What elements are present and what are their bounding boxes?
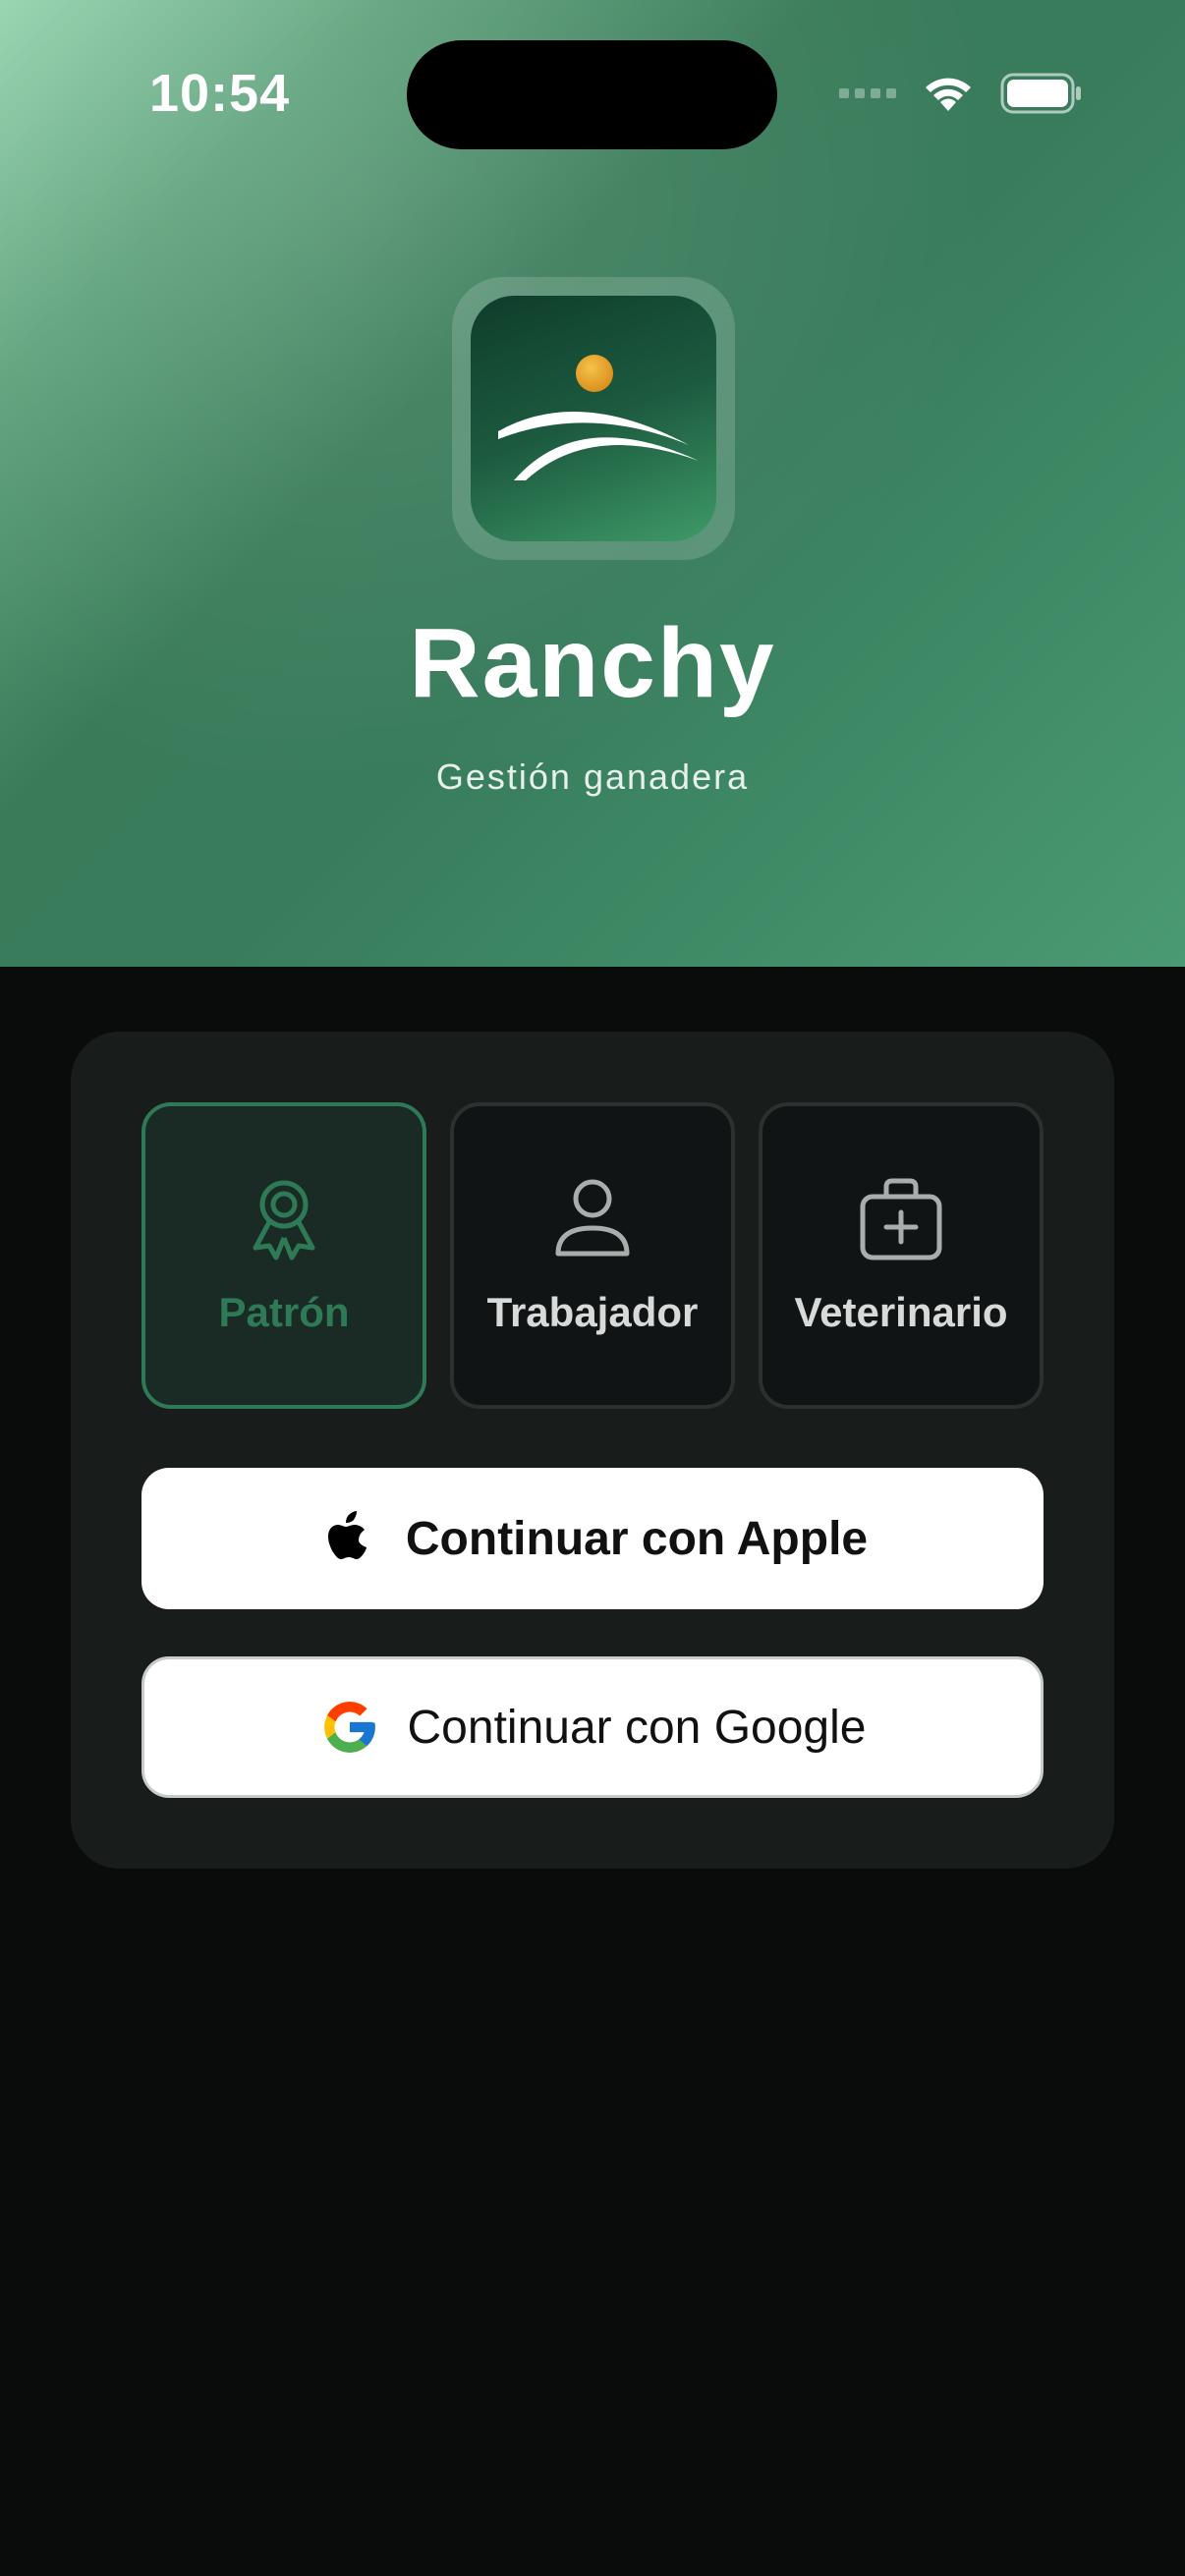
- role-option-veterinario[interactable]: Veterinario: [759, 1102, 1044, 1409]
- cellular-signal-icon: [839, 88, 896, 98]
- apple-button-label: Continuar con Apple: [405, 1512, 869, 1565]
- role-label: Veterinario: [794, 1289, 1008, 1335]
- status-time: 10:54: [149, 64, 291, 123]
- role-option-patron[interactable]: Patrón: [141, 1102, 426, 1409]
- login-screen: 10:54 Ranchy Gestión ganadera Patrón Tra…: [0, 0, 1185, 2576]
- login-card: Patrón Trabajador Veterinario Continuar …: [71, 1032, 1114, 1869]
- app-logo: [471, 296, 716, 541]
- medical-kit-icon: [860, 1178, 942, 1260]
- dynamic-island: [407, 40, 777, 149]
- app-title: Ranchy: [409, 608, 776, 718]
- person-icon: [555, 1179, 630, 1257]
- role-label: Patrón: [218, 1289, 350, 1335]
- wifi-icon: [926, 78, 971, 111]
- apple-logo-icon: [327, 1511, 367, 1559]
- role-option-trabajador[interactable]: Trabajador: [450, 1102, 735, 1409]
- app-icon: [452, 277, 735, 560]
- ranch-hills-icon: [498, 355, 699, 480]
- award-icon: [253, 1180, 315, 1260]
- continue-with-apple-button[interactable]: Continuar con Apple: [141, 1468, 1044, 1609]
- role-selector: Patrón Trabajador Veterinario: [141, 1102, 1044, 1409]
- app-subtitle: Gestión ganadera: [435, 756, 750, 797]
- role-label: Trabajador: [486, 1289, 699, 1335]
- battery-icon: [1000, 73, 1081, 114]
- status-icons: [839, 73, 1083, 114]
- google-logo-icon: [323, 1702, 375, 1753]
- google-button-label: Continuar con Google: [407, 1701, 867, 1754]
- continue-with-google-button[interactable]: Continuar con Google: [141, 1656, 1044, 1798]
